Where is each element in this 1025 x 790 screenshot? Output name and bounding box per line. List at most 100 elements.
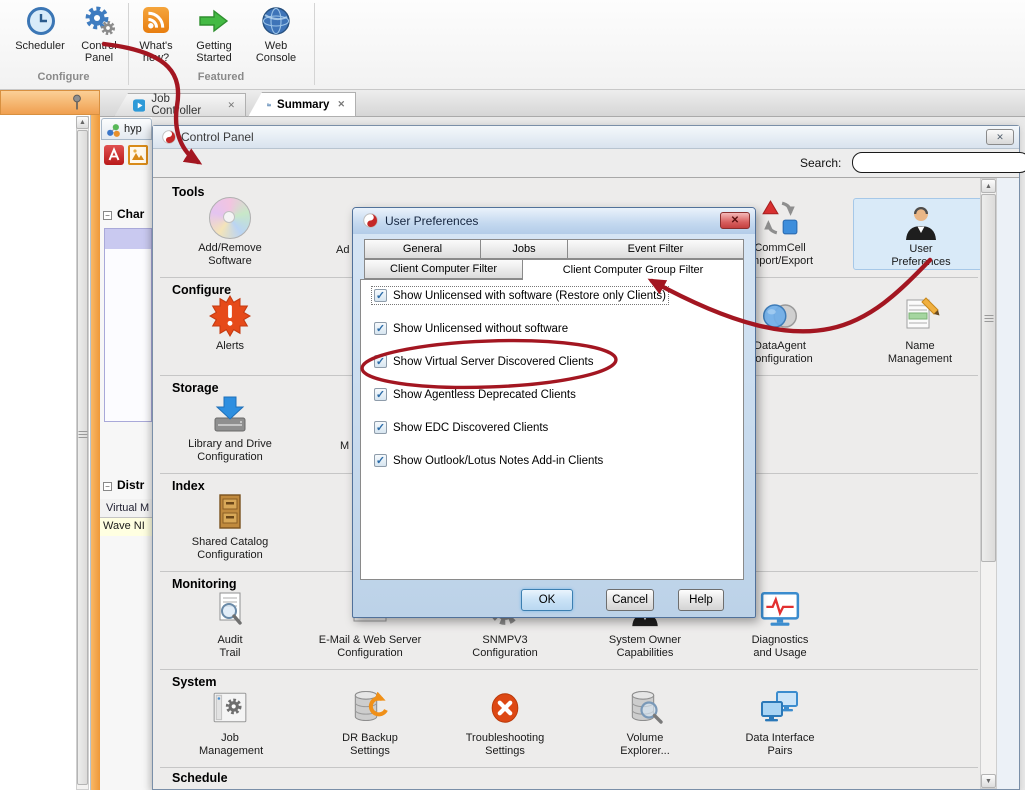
checkbox[interactable]: ✓ xyxy=(374,322,387,335)
cp-item-label-fragment: M xyxy=(340,440,349,452)
diagnostics-monitor-icon xyxy=(759,591,801,629)
cp-item-add-remove-software[interactable]: Add/Remove Software xyxy=(165,194,295,268)
toolbar-item-label: Control Panel xyxy=(72,40,126,64)
audit-trail-icon xyxy=(210,591,250,629)
check-icon: ✓ xyxy=(376,355,385,368)
collapse-icon[interactable]: − xyxy=(103,211,112,220)
job-management-icon xyxy=(211,689,249,727)
cp-item-name-management[interactable]: Name Management xyxy=(855,292,985,366)
workspace-section-distribution: Distr xyxy=(117,478,152,492)
tab-general[interactable]: General xyxy=(364,239,481,259)
check-icon: ✓ xyxy=(376,322,385,335)
checkbox[interactable]: ✓ xyxy=(374,421,387,434)
cp-item-troubleshooting[interactable]: Troubleshooting Settings xyxy=(440,684,570,758)
tab-event-filter[interactable]: Event Filter xyxy=(567,239,744,259)
dr-backup-icon xyxy=(350,688,390,728)
cp-item-data-interface-pairs[interactable]: Data Interface Pairs xyxy=(715,684,845,758)
checkbox-label: Show Virtual Server Discovered Clients xyxy=(393,356,593,368)
checkbox[interactable]: ✓ xyxy=(374,388,387,401)
clock-icon xyxy=(26,6,56,36)
close-icon[interactable]: ✕ xyxy=(337,99,345,110)
arrow-up-icon: ▲ xyxy=(985,183,992,190)
dialog-titlebar[interactable]: User Preferences xyxy=(353,208,755,234)
help-button[interactable]: Help xyxy=(678,589,724,611)
tab-client-computer-filter[interactable]: Client Computer Filter xyxy=(364,259,523,279)
pin-icon[interactable] xyxy=(71,94,83,111)
tab-client-computer-group-filter[interactable]: Client Computer Group Filter xyxy=(522,259,744,280)
scrollbar-thumb[interactable] xyxy=(981,194,996,562)
cp-item-user-preferences[interactable]: User Preferences xyxy=(853,198,989,270)
dialog-title: User Preferences xyxy=(385,214,478,228)
workspace-tab-label: hyp xyxy=(124,123,142,135)
tab-job-controller[interactable]: Job Controller ✕ xyxy=(114,93,246,117)
import-export-icon xyxy=(761,199,799,237)
checkbox[interactable]: ✓ xyxy=(374,289,387,302)
cp-item-dr-backup[interactable]: DR Backup Settings xyxy=(305,684,435,758)
tab-summary[interactable]: Summary ✕ xyxy=(248,92,356,117)
user-icon xyxy=(901,201,941,241)
cd-icon xyxy=(209,197,251,239)
ok-button[interactable]: OK xyxy=(521,589,573,611)
checkbox-row: ✓ Show Unlicensed with software (Restore… xyxy=(374,289,666,302)
search-input[interactable] xyxy=(852,152,1025,173)
search-label: Search: xyxy=(800,156,841,170)
toolbar-item-control-panel[interactable]: Control Panel xyxy=(72,4,126,66)
close-icon[interactable]: ✕ xyxy=(227,100,235,111)
toolbar-group-configure: Configure xyxy=(0,71,127,83)
rss-icon xyxy=(143,7,169,33)
cp-item-alerts[interactable]: Alerts xyxy=(165,292,295,353)
close-icon: ✕ xyxy=(731,215,739,226)
toolbar-group-featured: Featured xyxy=(128,71,314,83)
control-panel-close-button[interactable]: ✕ xyxy=(986,129,1014,145)
tab-jobs[interactable]: Jobs xyxy=(480,239,568,259)
cp-item-label-fragment: Ad xyxy=(336,244,349,256)
scrollbar-thumb[interactable] xyxy=(77,130,88,785)
gear-small-icon xyxy=(100,20,116,36)
cp-item-audit-trail[interactable]: Audit Trail xyxy=(165,586,295,660)
scroll-up-button[interactable]: ▲ xyxy=(76,116,89,129)
pdf-icon[interactable] xyxy=(104,145,124,165)
toolbar-item-label: Getting Started xyxy=(186,40,242,64)
checkbox-row: ✓ Show Virtual Server Discovered Clients xyxy=(374,355,593,368)
cp-item-volume-explorer[interactable]: Volume Explorer... xyxy=(580,684,710,758)
tab-label: Summary xyxy=(277,99,329,111)
data-interface-icon xyxy=(759,689,801,727)
play-icon xyxy=(133,99,145,112)
collapse-icon[interactable]: − xyxy=(103,482,112,491)
window-title: Control Panel xyxy=(181,130,254,144)
tab-label: Job Controller xyxy=(151,93,219,117)
image-export-icon[interactable] xyxy=(128,145,148,165)
checkbox-row: ✓ Show Outlook/Lotus Notes Add-in Client… xyxy=(374,454,603,467)
workspace-section-chart: Char xyxy=(117,207,152,221)
toolbar-item-scheduler[interactable]: Scheduler xyxy=(6,4,74,66)
cancel-button[interactable]: Cancel xyxy=(606,589,654,611)
app-swirl-icon xyxy=(162,130,176,144)
cp-item-shared-catalog[interactable]: Shared Catalog Configuration xyxy=(165,488,295,562)
commcell-console: Scheduler Control Panel What's new? Gett… xyxy=(0,0,1025,790)
checkbox-label: Show Agentless Deprecated Clients xyxy=(393,389,576,401)
toolbar-item-whats-new[interactable]: What's new? xyxy=(130,4,182,66)
cp-item-job-management[interactable]: Job Management xyxy=(165,684,295,758)
workspace-table-row[interactable]: Wave NI xyxy=(100,518,152,536)
scroll-down-button[interactable]: ▼ xyxy=(981,774,996,788)
checkbox[interactable]: ✓ xyxy=(374,454,387,467)
close-icon: ✕ xyxy=(996,132,1004,143)
workspace-tab-hyp[interactable]: hyp xyxy=(101,118,152,140)
toolbar-item-web-console[interactable]: Web Console xyxy=(248,4,304,66)
toolbar-item-getting-started[interactable]: Getting Started xyxy=(186,4,242,66)
volume-explorer-icon xyxy=(625,688,665,728)
error-x-icon xyxy=(486,688,524,728)
globe-icon xyxy=(261,6,291,36)
check-icon: ✓ xyxy=(376,454,385,467)
dialog-close-button[interactable]: ✕ xyxy=(720,212,750,229)
cp-right-margin xyxy=(997,178,1019,789)
cabinet-icon xyxy=(212,493,248,531)
section-header-schedule: Schedule xyxy=(172,771,228,785)
check-icon: ✓ xyxy=(376,388,385,401)
control-panel-titlebar[interactable]: Control Panel xyxy=(153,126,1019,149)
check-icon: ✓ xyxy=(376,289,385,302)
checkbox-label: Show Outlook/Lotus Notes Add-in Clients xyxy=(393,455,603,467)
cp-item-library-drive-configuration[interactable]: Library and Drive Configuration xyxy=(165,390,295,464)
checkbox[interactable]: ✓ xyxy=(374,355,387,368)
scroll-up-button[interactable]: ▲ xyxy=(981,179,996,193)
